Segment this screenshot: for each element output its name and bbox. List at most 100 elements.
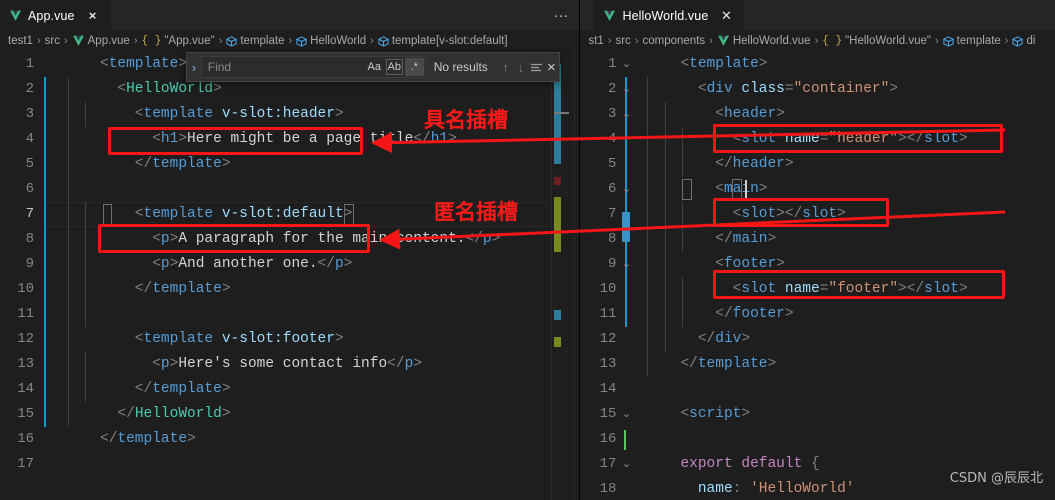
code-line[interactable]: <template> bbox=[100, 52, 187, 77]
search-input[interactable] bbox=[201, 59, 365, 75]
code-line[interactable]: <script> bbox=[680, 402, 750, 427]
find-in-selection-icon[interactable] bbox=[528, 57, 543, 77]
code-line[interactable]: <footer> bbox=[680, 252, 785, 277]
tab-app-vue[interactable]: App.vue × bbox=[0, 0, 111, 30]
close-icon[interactable]: ✕ bbox=[718, 8, 734, 24]
code-line[interactable]: <template v-slot:header> bbox=[100, 102, 344, 127]
code-line[interactable]: <p>And another one.</p> bbox=[100, 252, 352, 277]
breadcrumb-item[interactable]: template bbox=[942, 35, 1001, 47]
breadcrumb-separator: › bbox=[133, 35, 138, 47]
code-line[interactable]: <template v-slot:default> bbox=[100, 202, 353, 227]
breadcrumb-item[interactable]: test1 bbox=[8, 35, 33, 47]
breadcrumb-item[interactable]: st1 bbox=[588, 35, 603, 47]
code-line[interactable]: </HelloWorld> bbox=[100, 402, 230, 427]
code-editor-left[interactable]: 1 2 3 4 5 6 7 8 9 10 11 12 13 14 15 16 17 <template> <He… bbox=[0, 52, 579, 500]
breadcrumb-item[interactable]: HelloWorld.vue bbox=[717, 35, 811, 47]
breadcrumb-right[interactable]: st1 › src › components › HelloWorld.vue ›{ } "He… bbox=[580, 30, 1055, 52]
fold-toggle-icon[interactable]: ⌄ bbox=[620, 252, 632, 277]
code-line[interactable]: <template> bbox=[680, 52, 767, 77]
code-line[interactable]: export default { bbox=[680, 452, 819, 477]
breadcrumb-item[interactable]: src bbox=[615, 35, 630, 47]
code-token: p bbox=[160, 256, 170, 272]
code-line[interactable]: <slot></slot> bbox=[680, 202, 846, 227]
code-token: > bbox=[776, 206, 785, 222]
minimap-left[interactable] bbox=[549, 52, 580, 500]
fold-toggle-icon[interactable]: ⌄ bbox=[620, 52, 632, 77]
code-line[interactable]: <main> bbox=[680, 177, 767, 202]
code-token: v-slot:footer bbox=[221, 331, 335, 347]
breadcrumb-item[interactable]: template bbox=[226, 35, 284, 47]
fold-toggle-icon[interactable]: ⌄ bbox=[620, 177, 632, 202]
breadcrumb-item[interactable]: di bbox=[1012, 35, 1035, 47]
minimap-border bbox=[551, 52, 553, 500]
code-line[interactable]: </template> bbox=[680, 352, 776, 377]
code-token: > bbox=[758, 56, 768, 72]
breadcrumb-item[interactable]: { } "HelloWorld.vue" bbox=[822, 35, 931, 47]
fold-toggle-icon[interactable]: ⌄ bbox=[620, 77, 632, 102]
fold-toggle-icon[interactable]: ⌄ bbox=[620, 402, 632, 427]
code-line[interactable]: <header> bbox=[680, 102, 785, 127]
code-line[interactable]: </template> bbox=[100, 152, 231, 177]
chevron-right-icon[interactable]: › bbox=[187, 60, 201, 75]
line-number: 1 bbox=[608, 56, 617, 72]
braces-icon: { } bbox=[141, 35, 162, 47]
symbol-cube-icon bbox=[942, 35, 954, 47]
find-input-wrapper[interactable]: Aa Ab .* bbox=[200, 56, 426, 78]
code-token: > bbox=[213, 81, 222, 97]
code-token: slot bbox=[802, 206, 838, 222]
code-token: name bbox=[784, 131, 820, 147]
code-token: > bbox=[767, 356, 777, 372]
code-line[interactable]: </template> bbox=[100, 277, 231, 302]
breadcrumb-item[interactable]: template[v-slot:default] bbox=[377, 35, 508, 47]
close-icon[interactable]: × bbox=[85, 8, 101, 24]
code-token: </ bbox=[906, 281, 925, 297]
code-token: template bbox=[697, 356, 768, 372]
code-line[interactable]: <template v-slot:footer> bbox=[100, 327, 344, 352]
fold-toggle-icon[interactable]: ⌄ bbox=[620, 452, 632, 477]
breadcrumb-item[interactable]: { } "App.vue" bbox=[142, 35, 215, 47]
code-token: name bbox=[784, 281, 820, 297]
match-case-icon[interactable]: Aa bbox=[365, 58, 384, 76]
breadcrumb-left[interactable]: test1 › src › App.vue ›{ } "App.vue" › template ›… bbox=[0, 30, 580, 52]
tab-label: HelloWorld.vue bbox=[622, 8, 709, 23]
code-line[interactable]: </template> bbox=[100, 377, 231, 402]
previous-match-icon[interactable]: ↑ bbox=[498, 57, 513, 77]
vue-logo-icon bbox=[717, 35, 730, 47]
code-line[interactable]: </main> bbox=[680, 227, 776, 252]
code-token: slot bbox=[924, 131, 959, 147]
fold-toggle-icon[interactable]: ⌄ bbox=[620, 102, 632, 127]
code-token: template bbox=[143, 331, 214, 347]
regex-icon[interactable]: .* bbox=[404, 58, 424, 76]
more-actions-icon[interactable]: … bbox=[553, 5, 569, 26]
code-line[interactable]: <slot name="header"></slot> bbox=[680, 127, 968, 152]
code-token: </ bbox=[906, 131, 925, 147]
code-line[interactable]: <h1>Here might be a page title</h1> bbox=[100, 127, 457, 152]
code-line[interactable]: <p>Here's some contact info</p> bbox=[100, 352, 422, 377]
close-icon[interactable]: × bbox=[544, 57, 559, 77]
code-token: slot bbox=[741, 206, 777, 222]
code-line[interactable]: </footer> bbox=[680, 302, 793, 327]
code-line[interactable]: name: 'HelloWorld' bbox=[680, 477, 855, 500]
breadcrumb-item[interactable]: App.vue bbox=[72, 35, 130, 47]
indent-guide bbox=[68, 77, 69, 427]
breadcrumb-item[interactable]: components bbox=[642, 35, 705, 47]
breadcrumb-item[interactable]: src bbox=[45, 35, 60, 47]
code-line[interactable]: <p>A paragraph for the main content.</p> bbox=[100, 227, 500, 252]
breadcrumb-separator: › bbox=[709, 35, 713, 47]
code-line[interactable]: </template> bbox=[100, 427, 196, 452]
next-match-icon[interactable]: ↓ bbox=[513, 57, 528, 77]
code-token: v-slot:default bbox=[221, 206, 344, 222]
breadcrumb-item[interactable]: HelloWorld bbox=[296, 35, 366, 47]
code-line[interactable]: </div> bbox=[680, 327, 750, 352]
code-editor-right[interactable]: 1⌄2⌄3⌄456⌄789⌄101112131415⌄1617⌄1819 <te… bbox=[580, 52, 1055, 500]
whole-word-icon[interactable]: Ab bbox=[385, 58, 404, 76]
code-line[interactable]: </header> bbox=[680, 152, 793, 177]
breadcrumb-label: App.vue bbox=[87, 35, 130, 47]
code-line[interactable]: <div class="container"> bbox=[680, 77, 898, 102]
code-line[interactable]: <slot name="footer"></slot> bbox=[680, 277, 968, 302]
code-token: template bbox=[143, 206, 214, 222]
sticky-scroll-thumb[interactable] bbox=[622, 212, 631, 242]
tab-helloworld-vue[interactable]: HelloWorld.vue ✕ bbox=[594, 0, 745, 30]
find-widget[interactable]: › Aa Ab .* No results ↑ ↓ × bbox=[186, 52, 560, 82]
code-token: > bbox=[448, 131, 457, 147]
